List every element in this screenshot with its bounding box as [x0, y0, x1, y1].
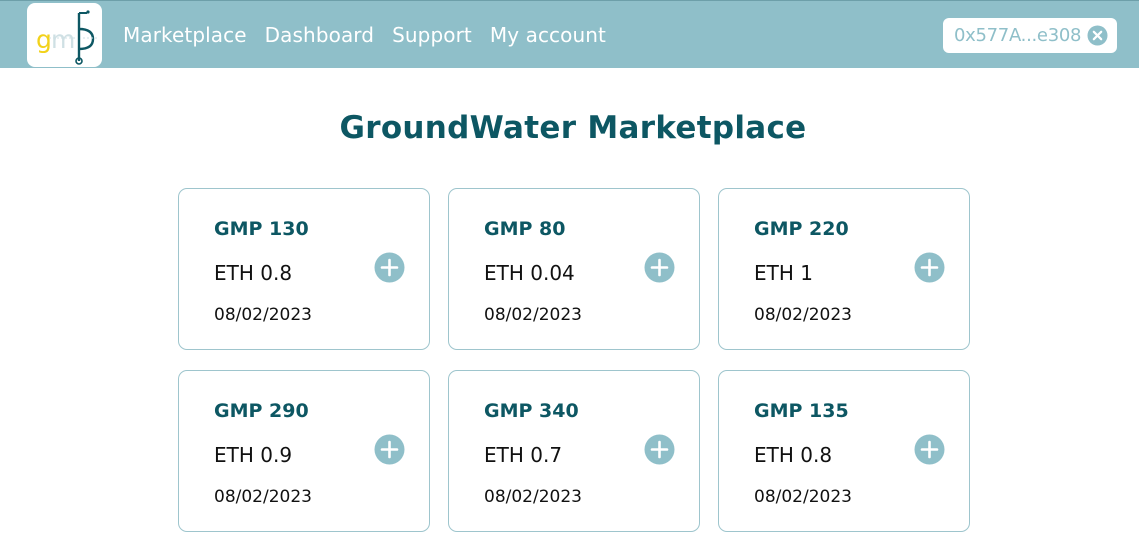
listing-date: 08/02/2023: [754, 487, 852, 507]
gmp-logo[interactable]: g m: [27, 3, 102, 67]
listing-price: ETH 0.8: [214, 261, 293, 285]
listing-title: GMP 290: [214, 400, 309, 422]
nav-my-account-link[interactable]: My account: [490, 23, 606, 47]
plus-circle-icon[interactable]: [644, 434, 675, 465]
close-circle-icon[interactable]: [1087, 25, 1108, 46]
listing-price: ETH 0.7: [484, 443, 563, 467]
wallet-address-chip[interactable]: 0x577A...e308: [943, 18, 1117, 53]
listing-card[interactable]: GMP 80 ETH 0.04 08/02/2023: [448, 188, 700, 350]
wallet-address: 0x577A...e308: [954, 25, 1082, 46]
nav-support-link[interactable]: Support: [392, 23, 472, 47]
listing-title: GMP 340: [484, 400, 579, 422]
page-title: GroundWater Marketplace: [339, 110, 807, 146]
listing-price: ETH 0.9: [214, 443, 293, 467]
listing-price: ETH 0.04: [484, 261, 575, 285]
plus-circle-icon[interactable]: [374, 434, 405, 465]
listing-date: 08/02/2023: [214, 487, 312, 507]
listing-title: GMP 220: [754, 218, 849, 240]
plus-circle-icon[interactable]: [914, 252, 945, 283]
plus-circle-icon[interactable]: [644, 252, 675, 283]
listing-card[interactable]: GMP 220 ETH 1 08/02/2023: [718, 188, 970, 350]
top-navbar: g m Marketplace Dashboard Support My acc…: [0, 0, 1139, 68]
listing-date: 08/02/2023: [484, 487, 582, 507]
listing-title: GMP 80: [484, 218, 566, 240]
svg-text:g: g: [36, 25, 52, 54]
listing-card[interactable]: GMP 340 ETH 0.7 08/02/2023: [448, 370, 700, 532]
listing-title: GMP 135: [754, 400, 849, 422]
listing-card[interactable]: GMP 290 ETH 0.9 08/02/2023: [178, 370, 430, 532]
listing-date: 08/02/2023: [484, 305, 582, 325]
svg-text:m: m: [51, 25, 75, 54]
nav-links: Marketplace Dashboard Support My account: [123, 1, 624, 69]
listing-date: 08/02/2023: [214, 305, 312, 325]
plus-circle-icon[interactable]: [914, 434, 945, 465]
listing-card[interactable]: GMP 130 ETH 0.8 08/02/2023: [178, 188, 430, 350]
plus-circle-icon[interactable]: [374, 252, 405, 283]
listing-date: 08/02/2023: [754, 305, 852, 325]
listing-card[interactable]: GMP 135 ETH 0.8 08/02/2023: [718, 370, 970, 532]
listing-price: ETH 1: [754, 261, 813, 285]
nav-dashboard-link[interactable]: Dashboard: [265, 23, 374, 47]
listing-price: ETH 0.8: [754, 443, 833, 467]
listing-title: GMP 130: [214, 218, 309, 240]
nav-marketplace-link[interactable]: Marketplace: [123, 23, 247, 47]
logo-icon: g m: [36, 10, 97, 65]
